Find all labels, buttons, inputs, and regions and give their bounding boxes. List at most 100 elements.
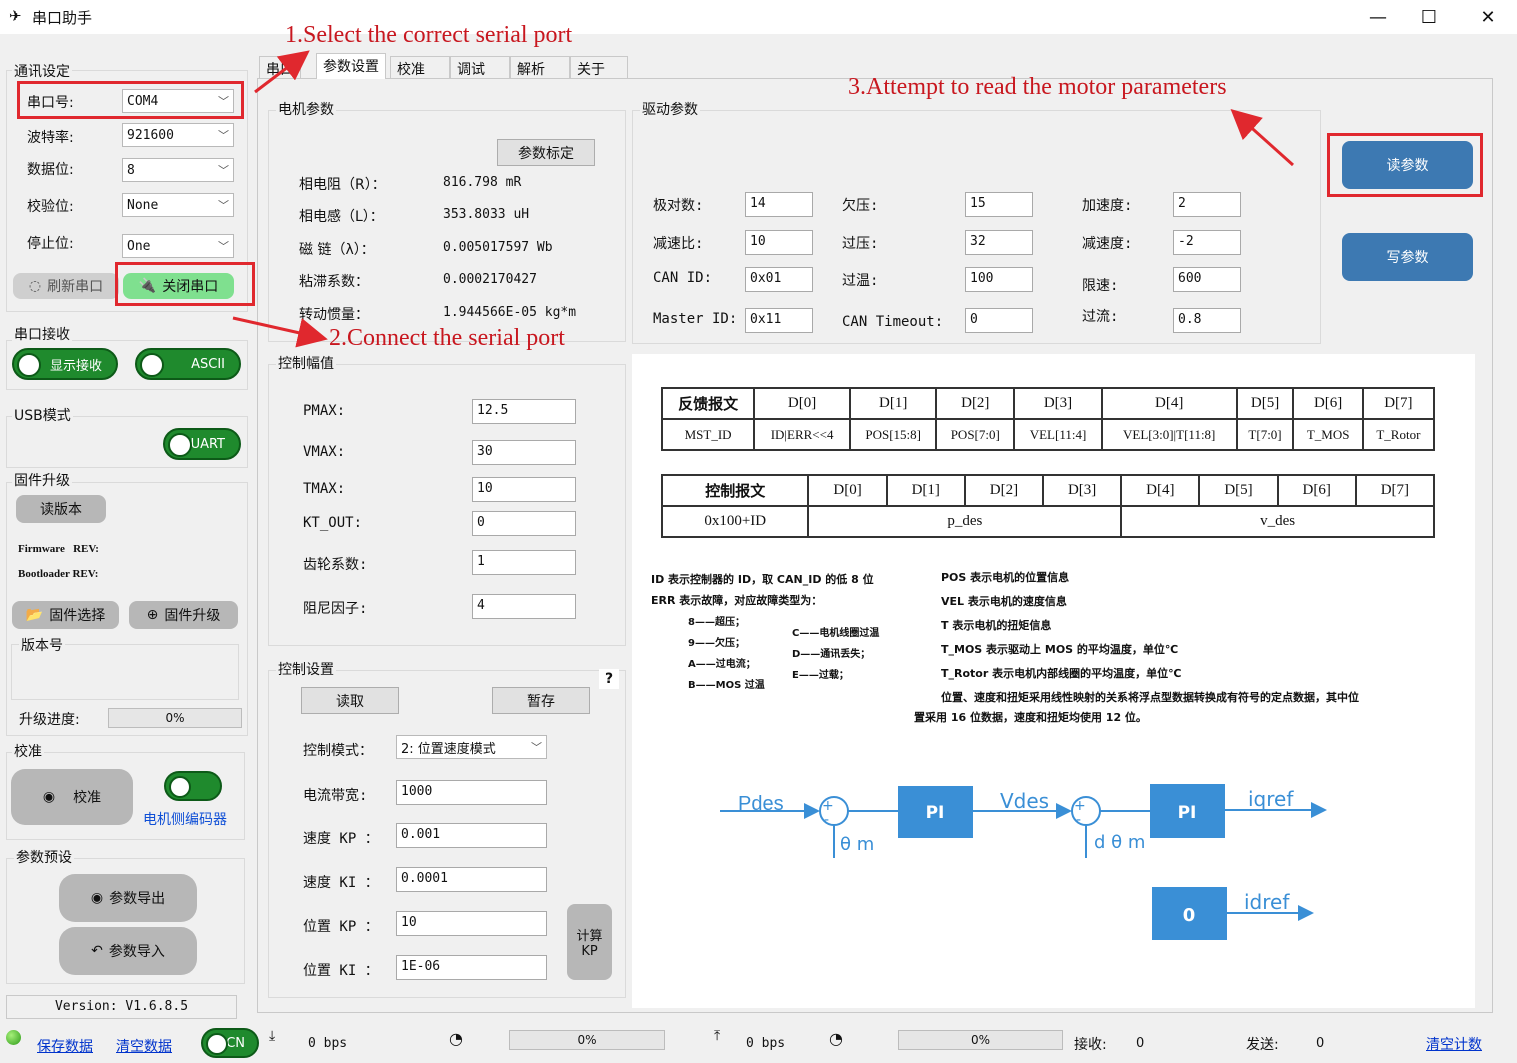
calib-button[interactable]: ◉ 校准 <box>11 769 133 825</box>
stopbits-select[interactable]: One ﹀ <box>122 234 234 258</box>
show-receive-toggle[interactable]: 显示接收 <box>12 348 118 380</box>
control-label: 位置 KP ： <box>303 919 379 935</box>
write-params-button[interactable]: 写参数 <box>1342 233 1473 281</box>
folder-icon: 📂 <box>25 607 44 623</box>
read-version-button[interactable]: 读版本 <box>16 495 106 523</box>
control-mode-select[interactable]: 2: 位置速度模式 ﹀ <box>396 735 547 759</box>
tab-parse[interactable]: 解析 <box>510 56 570 78</box>
bootloader-rev-label: Bootloader REV: <box>18 568 99 580</box>
version-label: 版本号 <box>19 635 65 655</box>
param-calib-button[interactable]: 参数标定 <box>497 139 595 166</box>
port-select[interactable]: COM4 ﹀ <box>122 89 234 113</box>
drive-param-input[interactable]: 100 <box>965 267 1033 292</box>
save-data-link[interactable]: 保存数据 <box>37 1036 93 1056</box>
stopbits-label: 停止位: <box>27 236 74 252</box>
limit-input[interactable]: 10 <box>472 477 576 502</box>
calib-button-label: 校准 <box>73 790 102 806</box>
control-label: 位置 KI ： <box>303 963 379 979</box>
control-input[interactable]: 1E-06 <box>396 955 547 980</box>
control-input[interactable]: 10 <box>396 911 547 936</box>
table-header-cell: D[2] <box>935 387 1016 420</box>
export-params-button[interactable]: ◉ 参数导出 <box>59 874 197 922</box>
drive-param-input[interactable]: 10 <box>745 230 813 255</box>
table-cell: MST_ID <box>660 418 756 451</box>
recv-value: 0 <box>1136 1036 1145 1051</box>
tab-serial[interactable]: 串口 <box>259 56 301 78</box>
encoder-toggle[interactable] <box>164 771 222 801</box>
drive-param-label: 过温: <box>842 273 879 289</box>
tab-debug[interactable]: 调试 <box>450 56 510 78</box>
clear-data-link[interactable]: 清空数据 <box>116 1036 172 1056</box>
close-button[interactable]: ✕ <box>1459 2 1517 32</box>
limit-input[interactable]: 1 <box>472 550 576 575</box>
control-input[interactable]: 0.001 <box>396 823 547 848</box>
motor-param-value: 0.0002170427 <box>443 272 537 287</box>
drive-param-input[interactable]: 15 <box>965 192 1033 217</box>
clear-count-link[interactable]: 清空计数 <box>1426 1034 1482 1054</box>
limit-input[interactable]: 0 <box>472 511 576 536</box>
table-header-cell: D[1] <box>885 474 966 507</box>
close-port-button[interactable]: 🔌 关闭串口 <box>123 273 234 299</box>
calc-kp-button[interactable]: 计算KP <box>567 904 612 980</box>
send-value: 0 <box>1316 1036 1325 1051</box>
refresh-port-label: 刷新串口 <box>47 279 104 295</box>
drive-param-input[interactable]: 0x01 <box>745 267 813 292</box>
parity-value: None <box>127 197 159 213</box>
drive-param-input[interactable]: 0.8 <box>1173 308 1241 333</box>
table-cell: POS[15:8] <box>848 418 938 451</box>
drive-param-input[interactable]: 600 <box>1173 267 1241 292</box>
control-read-button[interactable]: 读取 <box>301 687 399 714</box>
drive-param-label: 限速: <box>1082 278 1119 294</box>
tab-calibration[interactable]: 校准 <box>390 56 450 78</box>
read-params-button[interactable]: 读参数 <box>1342 141 1473 189</box>
note-line: B——MOS 过温 <box>688 680 765 691</box>
control-input[interactable]: 0.0001 <box>396 867 547 892</box>
drive-param-input[interactable]: 2 <box>1173 192 1241 217</box>
databits-select[interactable]: 8 ﹀ <box>122 158 234 182</box>
drive-param-input[interactable]: 14 <box>745 192 813 217</box>
tab-about[interactable]: 关于 <box>570 56 628 78</box>
refresh-port-button[interactable]: ◌ 刷新串口 <box>13 273 119 299</box>
motor-param-value: 816.798 mR <box>443 175 522 190</box>
baud-select[interactable]: 921600 ﹀ <box>122 123 234 147</box>
import-params-button[interactable]: ↶ 参数导入 <box>59 927 197 975</box>
minimize-button[interactable]: — <box>1349 2 1407 32</box>
ascii-toggle[interactable]: ASCII <box>135 348 241 380</box>
rx-bps: 0 bps <box>308 1036 348 1051</box>
table-cell: T[7:0] <box>1235 418 1295 451</box>
firmware-upgrade-button[interactable]: ⊕ 固件升级 <box>129 601 238 629</box>
firmware-select-button[interactable]: 📂 固件选择 <box>12 601 119 629</box>
limit-input[interactable]: 12.5 <box>472 399 576 424</box>
language-toggle[interactable]: CN <box>201 1028 259 1058</box>
table-header-cell: D[2] <box>963 474 1045 507</box>
drive-param-label: 过流: <box>1082 309 1119 325</box>
control-save-button[interactable]: 暂存 <box>492 687 590 714</box>
parity-select[interactable]: None ﹀ <box>122 193 234 217</box>
maximize-button[interactable]: ☐ <box>1400 2 1458 32</box>
uart-toggle[interactable]: UART <box>163 428 241 460</box>
drive-param-label: CAN ID: <box>653 270 713 286</box>
control-mode-value: 2: 位置速度模式 <box>401 741 496 757</box>
tab-param-settings[interactable]: 参数设置 <box>316 53 386 79</box>
plug-icon: 🔌 <box>138 278 157 294</box>
drive-param-input[interactable]: 0 <box>965 308 1033 333</box>
help-button[interactable]: ? <box>599 669 619 689</box>
drive-param-input[interactable]: 0x11 <box>745 308 813 333</box>
annotation-1: 1.Select the correct serial port <box>285 22 573 48</box>
toggle-knob <box>169 776 191 798</box>
note-line: 位置、速度和扭矩采用线性映射的关系将浮点型数据转换成有符号的定点数据，其中位 <box>941 691 1359 704</box>
toggle-knob <box>17 353 41 377</box>
chevron-down-icon: ﹀ <box>218 199 229 212</box>
drive-param-input[interactable]: -2 <box>1173 230 1241 255</box>
limit-input[interactable]: 4 <box>472 594 576 619</box>
table-header-cell: D[5] <box>1235 387 1295 420</box>
limit-label: TMAX: <box>303 481 346 497</box>
preset-label: 参数预设 <box>14 847 74 867</box>
radio-icon: ◉ <box>90 890 104 906</box>
title-bar: ✈ 串口助手 — ☐ ✕ <box>0 0 1517 34</box>
motor-param-label: 相电阻（R）： <box>299 177 386 193</box>
drive-param-input[interactable]: 32 <box>965 230 1033 255</box>
control-input[interactable]: 1000 <box>396 780 547 805</box>
limit-input[interactable]: 30 <box>472 440 576 465</box>
table-header-cell: D[6] <box>1276 474 1357 507</box>
